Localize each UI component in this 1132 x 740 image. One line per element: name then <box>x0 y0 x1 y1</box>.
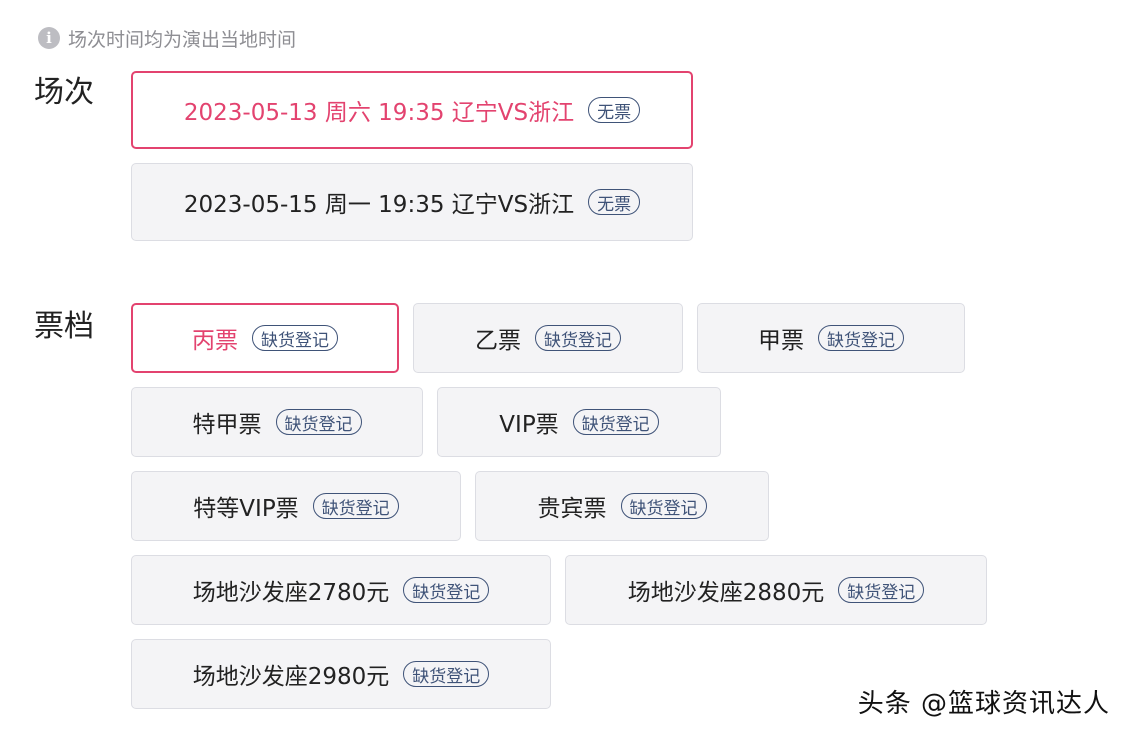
stock-register-badge: 缺货登记 <box>838 577 925 603</box>
stock-register-badge: 缺货登记 <box>403 577 490 603</box>
session-option-0515[interactable]: 2023-05-15 周一 19:35 辽宁VS浙江 无票 <box>131 163 693 241</box>
tier-name: 特甲票 <box>192 412 262 438</box>
stock-register-badge: 缺货登记 <box>572 409 659 435</box>
tier-option-tedeng-vip[interactable]: 特等VIP票 缺货登记 <box>131 471 461 541</box>
stock-register-badge: 缺货登记 <box>403 661 490 687</box>
watermark: 头条 @篮球资讯达人 <box>857 689 1110 719</box>
stock-register-badge: 缺货登记 <box>275 409 362 435</box>
tier-option-bing[interactable]: 丙票 缺货登记 <box>131 303 399 373</box>
stock-register-badge: 缺货登记 <box>620 493 707 519</box>
tier-name: VIP票 <box>499 412 559 438</box>
session-text: 2023-05-15 周一 19:35 辽宁VS浙江 <box>183 192 575 218</box>
tier-option-yi[interactable]: 乙票 缺货登记 <box>413 303 683 373</box>
tier-name: 场地沙发座2880元 <box>627 580 825 606</box>
no-ticket-badge: 无票 <box>588 97 641 123</box>
session-text: 2023-05-13 周六 19:35 辽宁VS浙江 <box>183 100 575 126</box>
tier-name: 场地沙发座2980元 <box>192 664 390 690</box>
notice-line: i 场次时间均为演出当地时间 <box>38 24 296 52</box>
tier-name: 特等VIP票 <box>193 496 299 522</box>
tier-option-jia[interactable]: 甲票 缺货登记 <box>697 303 965 373</box>
tier-option-vip[interactable]: VIP票 缺货登记 <box>437 387 721 457</box>
tier-name: 贵宾票 <box>537 496 607 522</box>
info-icon: i <box>38 27 60 49</box>
tier-option-sofa-2780[interactable]: 场地沙发座2780元 缺货登记 <box>131 555 551 625</box>
tier-option-tejia[interactable]: 特甲票 缺货登记 <box>131 387 423 457</box>
no-ticket-badge: 无票 <box>588 189 641 215</box>
tier-option-guibin[interactable]: 贵宾票 缺货登记 <box>475 471 769 541</box>
stock-register-badge: 缺货登记 <box>818 325 904 351</box>
tier-name: 场地沙发座2780元 <box>192 580 390 606</box>
tier-name: 甲票 <box>758 328 804 354</box>
session-label: 场次 <box>34 75 94 110</box>
stock-register-badge: 缺货登记 <box>252 325 338 351</box>
tier-label: 票档 <box>34 309 94 344</box>
tier-option-sofa-2880[interactable]: 场地沙发座2880元 缺货登记 <box>565 555 987 625</box>
tier-option-sofa-2980[interactable]: 场地沙发座2980元 缺货登记 <box>131 639 551 709</box>
notice-text: 场次时间均为演出当地时间 <box>68 28 297 51</box>
session-option-0513[interactable]: 2023-05-13 周六 19:35 辽宁VS浙江 无票 <box>131 71 693 149</box>
stock-register-badge: 缺货登记 <box>535 325 621 351</box>
stock-register-badge: 缺货登记 <box>312 493 399 519</box>
tier-name: 丙票 <box>192 328 238 354</box>
tier-name: 乙票 <box>475 328 521 354</box>
